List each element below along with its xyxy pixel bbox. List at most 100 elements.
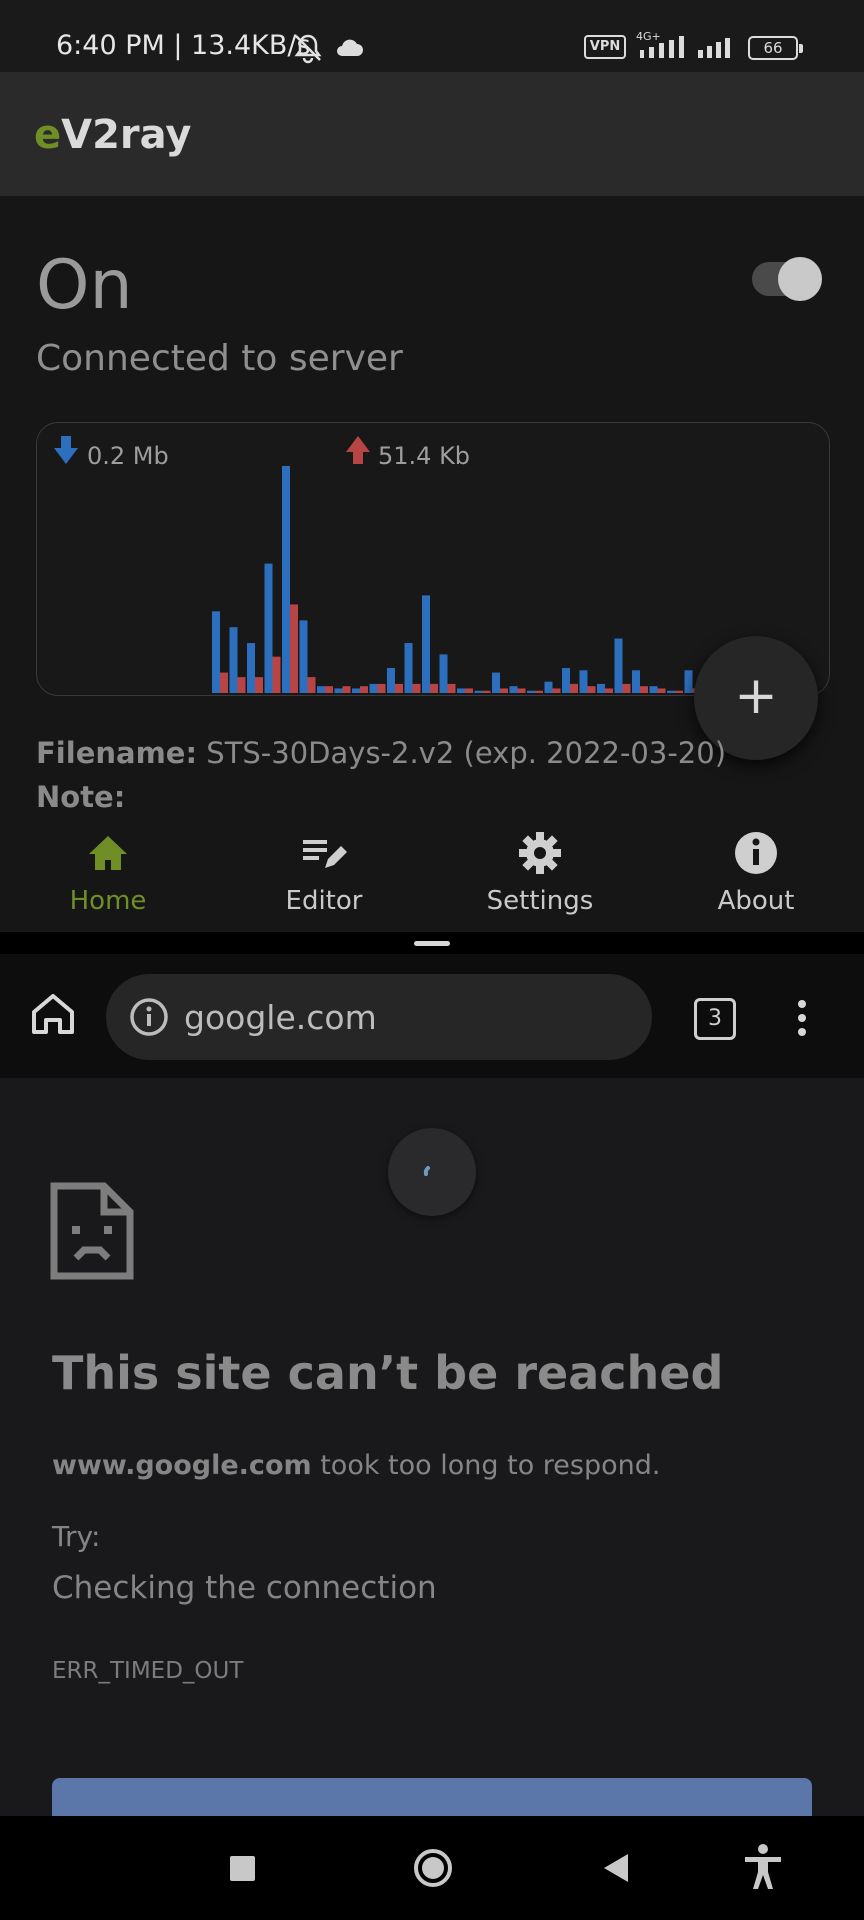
split-screen-handle[interactable]: [414, 941, 450, 946]
home-icon: [89, 836, 127, 870]
back-button[interactable]: [600, 1852, 632, 1884]
upload-bar: [535, 690, 543, 693]
download-bar: [387, 668, 395, 693]
nav-editor[interactable]: Editor: [244, 830, 404, 930]
download-bar: [352, 688, 360, 693]
upload-bar: [500, 688, 508, 693]
download-bar: [649, 686, 658, 693]
download-bar: [509, 686, 518, 693]
download-bar: [667, 690, 675, 693]
app-title: eV2ray: [34, 112, 192, 158]
upload-bar: [447, 683, 456, 693]
download-bar: [247, 643, 255, 693]
filename-value: STS-30Days-2.v2 (exp. 2022-03-20): [206, 736, 727, 770]
tab-switcher-button[interactable]: 3: [694, 998, 736, 1040]
upload-bar: [220, 672, 228, 693]
connection-state: On: [36, 246, 133, 325]
download-bar: [369, 683, 378, 693]
bell-muted-icon: [294, 34, 322, 64]
reload-button[interactable]: [52, 1778, 812, 1816]
site-info-icon[interactable]: [128, 996, 170, 1038]
download-bar: [684, 670, 693, 693]
app-title-rest: V2ray: [61, 112, 192, 158]
upload-bar: [237, 677, 246, 693]
upload-bar: [587, 686, 596, 693]
download-total: 0.2 Mb: [87, 442, 169, 470]
filename-key: Filename:: [36, 736, 198, 770]
error-title: This site can’t be reached: [52, 1346, 724, 1400]
battery-indicator: 66: [748, 36, 803, 60]
sad-page-icon: [50, 1182, 134, 1280]
upload-bar: [377, 683, 386, 693]
download-bar: [317, 686, 325, 693]
upload-bar: [605, 688, 613, 693]
download-bar: [229, 627, 238, 693]
suggestion-item: Checking the connection: [52, 1570, 437, 1606]
download-bar: [597, 683, 605, 693]
signal-icon: [640, 36, 684, 58]
upload-bar: [675, 690, 683, 693]
upload-bar: [552, 688, 561, 693]
system-home-button[interactable]: [413, 1848, 453, 1888]
upload-bar: [622, 683, 631, 693]
download-bar: [614, 638, 623, 693]
nav-settings-label: Settings: [486, 886, 594, 916]
upload-bar: [325, 686, 333, 693]
download-bar: [579, 670, 588, 693]
loading-spinner: [388, 1128, 476, 1216]
download-bar: [544, 681, 553, 693]
download-bar: [404, 643, 413, 693]
download-bar: [457, 688, 465, 693]
download-bar: [282, 466, 290, 693]
spinner-icon: [423, 1166, 430, 1176]
home-icon[interactable]: [30, 992, 76, 1036]
signal-icon: [698, 38, 730, 58]
status-time-speed: 6:40 PM | 13.4KB/s: [56, 30, 311, 61]
more-menu-icon[interactable]: [790, 996, 814, 1040]
upload-total: 51.4 Kb: [378, 442, 471, 470]
url-text[interactable]: google.com: [184, 998, 377, 1037]
filename-row: Filename: STS-30Days-2.v2 (exp. 2022-03-…: [36, 736, 726, 770]
download-bar: [212, 611, 220, 693]
upload-bar: [465, 688, 473, 693]
nav-home-label: Home: [69, 886, 147, 916]
error-detail: www.google.com took too long to respond.: [52, 1450, 660, 1481]
edit-icon: [303, 840, 347, 868]
download-bar: [632, 670, 640, 693]
upload-arrow-icon: [346, 436, 370, 464]
download-bar: [264, 563, 273, 693]
vpn-badge: VPN: [584, 35, 626, 59]
download-bar: [299, 620, 308, 693]
download-arrow-icon: [54, 436, 78, 464]
upload-bar: [517, 688, 526, 693]
upload-bar: [342, 686, 351, 693]
download-bar: [334, 688, 343, 693]
recent-apps-button[interactable]: [230, 1856, 255, 1881]
nav-about-label: About: [717, 886, 795, 916]
connection-status-text: Connected to server: [36, 338, 403, 379]
download-bar: [474, 690, 483, 693]
upload-bar: [482, 690, 491, 693]
upload-bar: [272, 656, 281, 693]
info-icon: [735, 832, 777, 874]
upload-bar: [307, 677, 316, 693]
upload-bar: [360, 686, 368, 693]
try-label: Try:: [52, 1520, 101, 1553]
nav-settings[interactable]: Settings: [460, 830, 620, 930]
download-bar: [492, 672, 500, 693]
download-bar: [527, 690, 535, 693]
upload-bar: [290, 604, 298, 693]
nav-home[interactable]: Home: [28, 830, 188, 930]
nav-editor-label: Editor: [285, 886, 363, 916]
download-bar: [562, 668, 570, 693]
cloud-icon: [337, 39, 363, 56]
vpn-toggle-knob[interactable]: [778, 257, 822, 301]
upload-bar: [570, 683, 578, 693]
error-domain: www.google.com: [52, 1450, 312, 1481]
app-title-accent: e: [34, 112, 62, 158]
accessibility-icon[interactable]: [742, 1843, 784, 1891]
upload-bar: [430, 683, 438, 693]
gear-icon: [519, 832, 561, 874]
note-key: Note:: [36, 780, 126, 814]
nav-about[interactable]: About: [676, 830, 836, 930]
